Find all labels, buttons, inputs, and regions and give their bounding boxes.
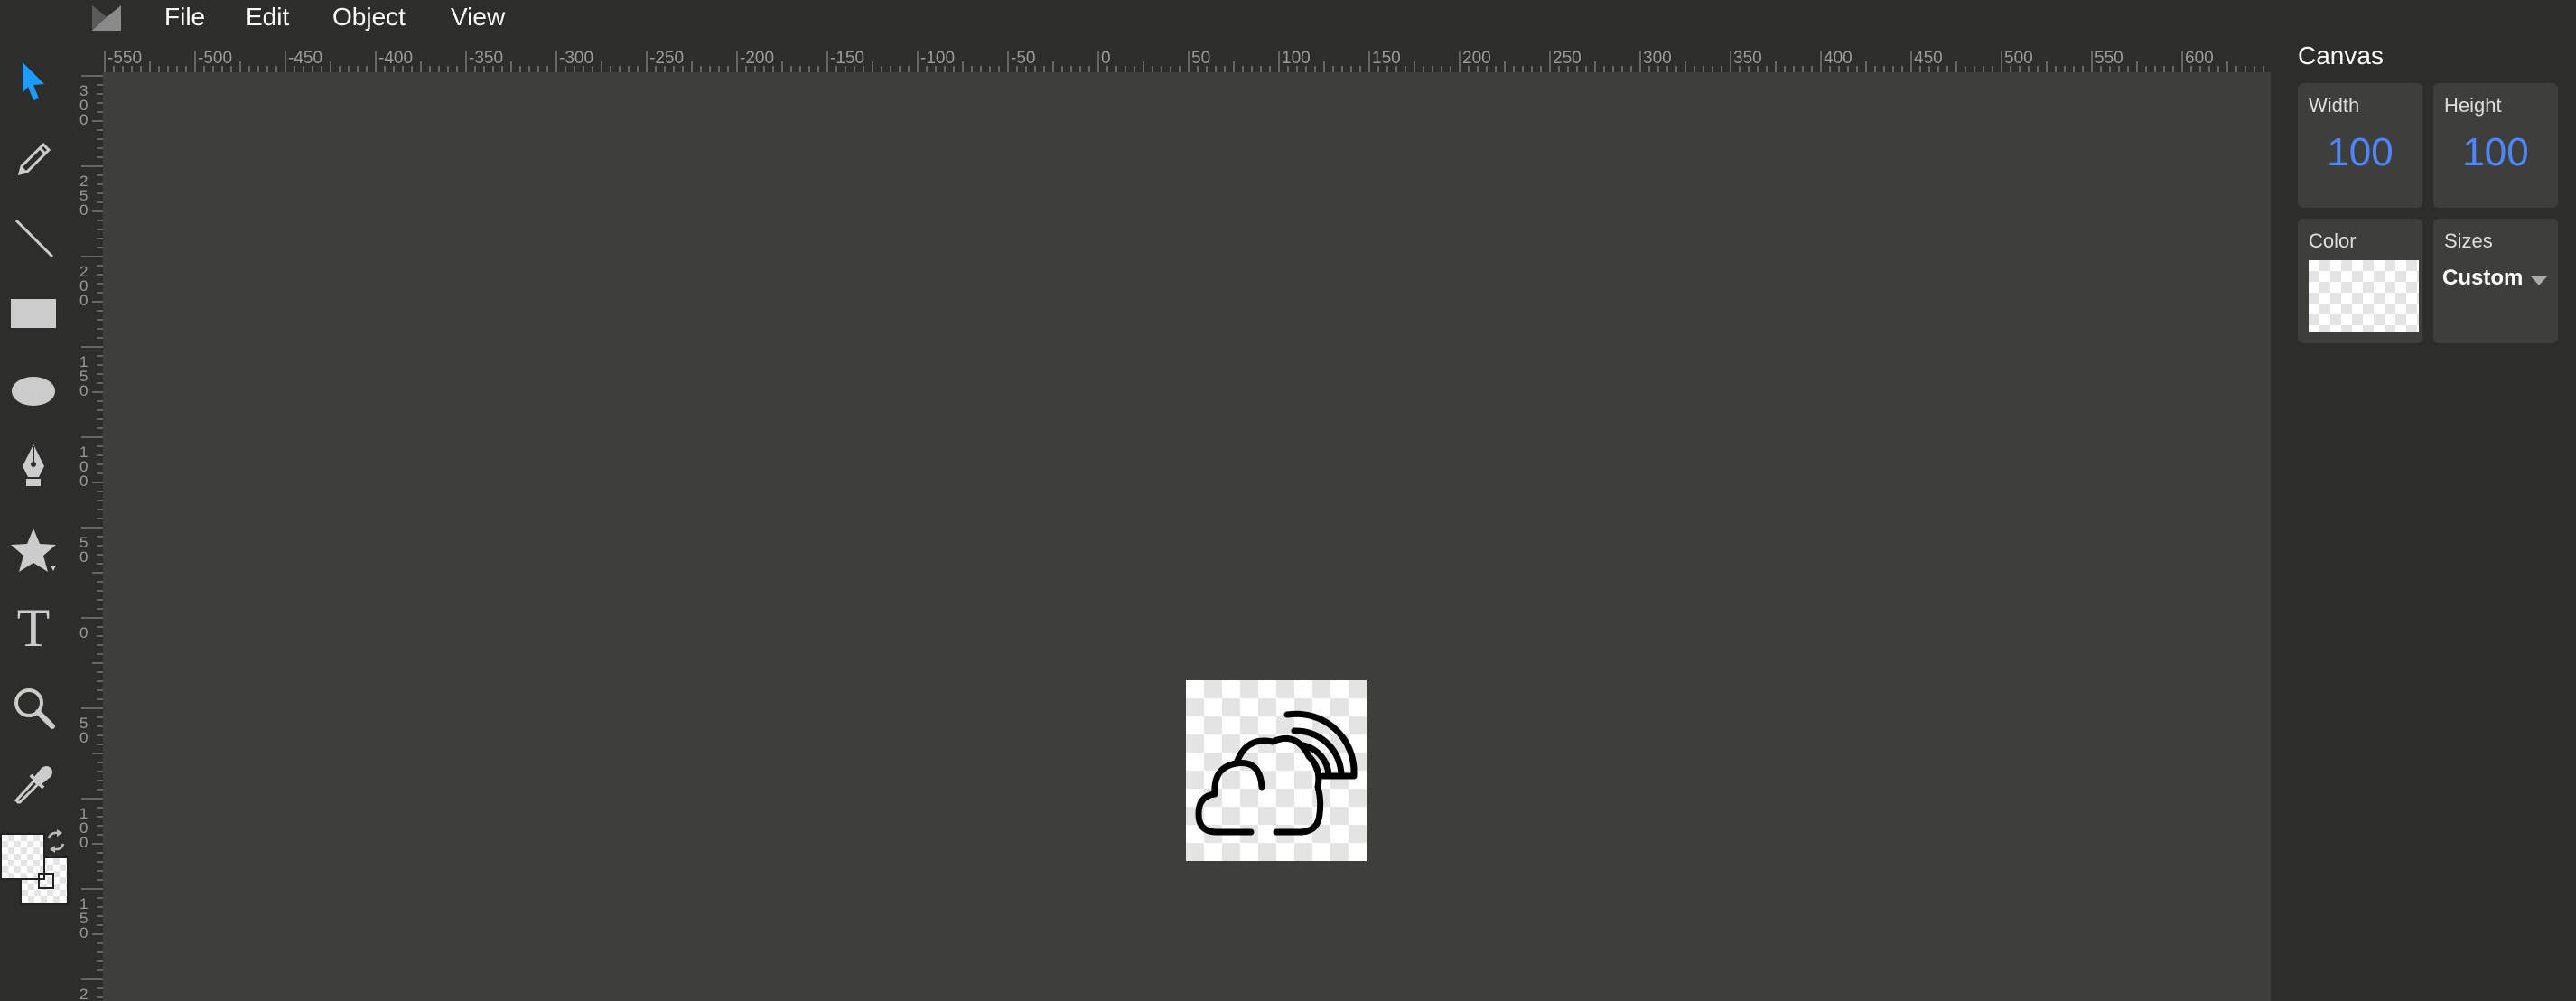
- ruler-top-label: 400: [1824, 49, 1853, 68]
- ruler-top-label: -550: [107, 49, 142, 68]
- ruler-top-label: -350: [469, 49, 503, 68]
- pen-tool[interactable]: [5, 437, 61, 493]
- ellipse-icon: [12, 377, 55, 406]
- ruler-top-label: 600: [2185, 49, 2214, 68]
- star-tool[interactable]: [5, 522, 61, 578]
- ruler-left-label: 0: [79, 624, 88, 641]
- ruler-top-label: 500: [2004, 49, 2033, 68]
- ruler-left-label: 50: [79, 715, 88, 746]
- ruler-left-label: 200: [79, 986, 88, 1001]
- menu-bar: File Edit Object View: [0, 0, 2576, 36]
- text-tool[interactable]: T: [5, 600, 61, 656]
- eyedropper-tool[interactable]: [5, 757, 61, 813]
- ruler-top[interactable]: -550 -500 -450 -400 -350 -300 -250 -200 -150 -100…: [74, 36, 2271, 72]
- ruler-top-label: -150: [830, 49, 864, 68]
- width-value[interactable]: 100: [2298, 130, 2422, 175]
- height-box[interactable]: Height 100: [2433, 83, 2558, 208]
- ruler-left-label: 200: [79, 263, 88, 309]
- panel-title: Canvas: [2298, 42, 2384, 70]
- ruler-top-label: -400: [378, 49, 413, 68]
- select-icon: [23, 62, 44, 100]
- color-label: Color: [2309, 229, 2357, 252]
- pencil-tool[interactable]: [5, 132, 61, 188]
- ruler-top-label: -200: [740, 49, 774, 68]
- ruler-top-label: -50: [1011, 49, 1035, 68]
- tool-bar: T: [0, 36, 74, 1001]
- ruler-top-label: -500: [198, 49, 232, 68]
- ruler-top-label: 200: [1462, 49, 1491, 68]
- ruler-top-label: -450: [288, 49, 322, 68]
- zoom-icon: [14, 688, 55, 729]
- text-icon: T: [16, 598, 51, 658]
- ruler-left-ticks: 300 250 200 150 100 50 0 50 100 150 200: [79, 75, 103, 1001]
- menu-object[interactable]: Object: [332, 0, 406, 36]
- ellipse-tool[interactable]: [5, 363, 61, 419]
- ruler-top-label: 450: [1914, 49, 1943, 68]
- line-icon: [14, 219, 54, 258]
- properties-panel: Canvas Width 100 Height 100 Color Sizes …: [2271, 36, 2576, 1001]
- width-box[interactable]: Width 100: [2298, 83, 2422, 208]
- ruler-left-label: 300: [79, 82, 88, 128]
- rectangle-tool[interactable]: [5, 285, 61, 341]
- sizes-select[interactable]: Custom: [2442, 266, 2523, 291]
- color-box[interactable]: Color: [2298, 219, 2422, 343]
- ruler-top-label: 250: [1553, 49, 1582, 68]
- pencil-icon: [17, 142, 51, 176]
- line-tool[interactable]: [5, 210, 61, 266]
- height-value[interactable]: 100: [2433, 130, 2558, 175]
- ruler-top-label: -100: [920, 49, 955, 68]
- select-tool[interactable]: [5, 52, 61, 108]
- height-label: Height: [2444, 94, 2502, 117]
- ruler-left-label: 50: [79, 534, 88, 566]
- swap-colors-icon[interactable]: [45, 829, 67, 853]
- ruler-top-label: 100: [1282, 49, 1311, 68]
- ruler-top-label: 0: [1101, 49, 1111, 68]
- sizes-label: Sizes: [2444, 229, 2493, 252]
- chevron-down-icon[interactable]: [2531, 276, 2547, 285]
- stroke-none-indicator: [38, 873, 54, 889]
- rectangle-icon: [11, 299, 56, 328]
- ruler-top-label: 350: [1733, 49, 1762, 68]
- menu-edit[interactable]: Edit: [246, 0, 289, 36]
- zoom-tool[interactable]: [5, 679, 61, 735]
- ruler-top-label: 300: [1643, 49, 1672, 68]
- ruler-left-label: 100: [79, 805, 88, 851]
- menu-view[interactable]: View: [451, 0, 505, 36]
- ruler-left-label: 150: [79, 895, 88, 941]
- menu-file[interactable]: File: [164, 0, 205, 36]
- app-logo-icon[interactable]: [89, 3, 125, 33]
- ruler-top-label: -300: [559, 49, 593, 68]
- ruler-left-label: 100: [79, 444, 88, 490]
- width-label: Width: [2309, 94, 2360, 117]
- ruler-left-label: 250: [79, 173, 88, 219]
- ruler-top-label: 150: [1372, 49, 1401, 68]
- workspace[interactable]: [103, 72, 2271, 1001]
- sizes-box[interactable]: Sizes Custom: [2433, 219, 2558, 343]
- canvas-color-swatch[interactable]: [2309, 260, 2419, 332]
- ruler-top-label: -250: [649, 49, 684, 68]
- eyedropper-icon: [14, 766, 52, 804]
- ruler-top-ticks: -550 -500 -450 -400 -350 -300 -250 -200 -150 -100…: [104, 49, 2264, 72]
- cloud-rainbow-icon[interactable]: [1186, 680, 1367, 861]
- ruler-left[interactable]: 300 250 200 150 100 50 0 50 100 150 200: [74, 72, 103, 1001]
- ruler-left-label: 150: [79, 353, 88, 399]
- ruler-top-label: 550: [2095, 49, 2123, 68]
- ruler-top-label: 50: [1191, 49, 1210, 68]
- pen-icon: [23, 444, 44, 486]
- document-canvas[interactable]: [1186, 680, 1367, 861]
- star-icon: [11, 529, 56, 572]
